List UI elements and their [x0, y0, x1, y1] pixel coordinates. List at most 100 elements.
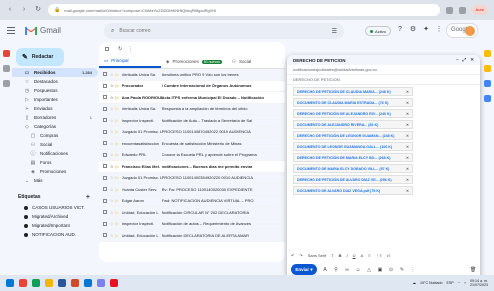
attachment-chip[interactable]: DOCUMENTO DE CLAUDIA MARIA ESTRADA... (7… — [293, 98, 413, 107]
meet-rail-icon[interactable] — [3, 80, 10, 87]
star-icon[interactable]: ☆ — [110, 129, 114, 134]
attachment-chip[interactable]: DOCUMENTO DE ALEJANDRO RIVERA... (81 K) ✕ — [293, 120, 413, 129]
label-item[interactable]: CASOS USUARIOS VICT. — [12, 203, 98, 212]
teams-icon[interactable] — [97, 279, 105, 287]
row-checkbox[interactable] — [103, 233, 107, 238]
font-selector[interactable]: Sans Serif — [308, 253, 326, 258]
important-marker-icon[interactable]: ▷ — [116, 118, 119, 123]
keep-icon[interactable] — [484, 65, 491, 72]
star-icon[interactable]: ☆ — [110, 72, 114, 77]
email-row[interactable]: ☆ ▷ Verticalis Unica Sa. Respuesta a la amp… — [99, 103, 285, 115]
row-checkbox[interactable] — [103, 141, 107, 146]
important-marker-icon[interactable]: ▷ — [116, 164, 119, 169]
wifi-icon[interactable]: ◔ — [458, 281, 460, 285]
important-marker-icon[interactable]: ▷ — [116, 152, 119, 157]
remove-attachment-icon[interactable]: ✕ — [406, 189, 409, 193]
important-marker-icon[interactable]: ▷ — [116, 198, 119, 203]
important-marker-icon[interactable]: ▷ — [116, 141, 119, 146]
row-checkbox[interactable] — [103, 118, 107, 123]
star-icon[interactable]: ☆ — [110, 233, 114, 238]
email-row[interactable]: ☆ ▷ Edwardo PRL Conoce la Escuela PRL y apr… — [99, 149, 285, 161]
font-size-icon[interactable]: T — [331, 253, 333, 258]
avatar[interactable] — [465, 26, 475, 36]
star-icon[interactable]: ☆ — [110, 210, 114, 215]
star-icon[interactable]: ☆ — [110, 83, 114, 88]
forward-icon[interactable]: › — [20, 6, 28, 14]
row-checkbox[interactable] — [103, 175, 107, 180]
compose-button[interactable]: ✎ Redactar — [16, 48, 64, 66]
attach-icon[interactable]: ⚲ — [333, 267, 339, 273]
expand-icon[interactable]: ⤢ — [463, 57, 467, 63]
sidebar-item-promotions[interactable]: ◈ Promociones — [12, 167, 98, 176]
star-icon[interactable]: ☆ — [110, 118, 114, 123]
trash-icon[interactable]: 🗑 — [470, 267, 476, 273]
important-marker-icon[interactable]: ▷ — [116, 95, 119, 100]
sidebar-item-updates[interactable]: ⓘ Notificaciones — [12, 149, 98, 158]
sidebar-item-drafts[interactable]: ▯ Borradores 1 — [12, 113, 98, 122]
tab-primary[interactable]: ▭ Principal — [99, 55, 161, 68]
row-checkbox[interactable] — [103, 210, 107, 215]
refresh-icon[interactable]: ↻ — [118, 46, 122, 52]
attachment-chip[interactable]: DERECHO DE PETICIÓN DE ALEJANDRO RIV... … — [293, 109, 413, 118]
label-item[interactable]: Migrated/Archived — [12, 212, 98, 221]
filter-icon[interactable]: ☰ — [332, 28, 337, 35]
remove-attachment-icon[interactable]: ✕ — [406, 156, 409, 160]
search-bar[interactable]: ⌕ ☰ — [104, 23, 344, 39]
tab-social[interactable]: ⚇ Social — [227, 55, 256, 68]
compose-header[interactable]: DERECHO DE PETICION – ⤢ ✕ — [287, 55, 480, 65]
more-icon[interactable]: ⋮ — [410, 267, 416, 273]
star-icon[interactable]: ☆ — [110, 187, 114, 192]
star-icon[interactable]: ☆ — [110, 221, 114, 226]
important-marker-icon[interactable]: ▷ — [116, 221, 119, 226]
photo-icon[interactable]: ▣ — [377, 267, 383, 273]
send-button[interactable]: Enviar ▾ — [291, 264, 317, 275]
sidebar-item-sent[interactable]: ➢ Enviados — [12, 104, 98, 113]
clock[interactable]: 09:14 a. m. 21/07/2023 — [470, 279, 488, 287]
sidebar-item-social[interactable]: ⚇ Social — [12, 140, 98, 149]
attachment-chip[interactable]: DERECHO DE PETICIÓN DE ALVARO DIAZ VE...… — [293, 175, 413, 184]
important-marker-icon[interactable]: ▷ — [116, 233, 119, 238]
folder-icon[interactable] — [45, 279, 53, 287]
row-checkbox[interactable] — [103, 187, 107, 192]
apps-icon[interactable]: ⋮ — [435, 26, 443, 34]
text-color-icon[interactable]: A — [361, 253, 364, 258]
star-icon[interactable]: ☆ — [110, 152, 114, 157]
more-options-icon[interactable]: ⋮ — [128, 46, 133, 52]
email-row[interactable]: ☆ ▷ Unidad, Educación L Notificación CIRCUL… — [99, 207, 285, 219]
star-icon[interactable]: ☆ — [110, 198, 114, 203]
email-row[interactable]: ☆ ▷ Yuanta Custer Serv. Rv: Fw: PROCESO 110… — [99, 184, 285, 196]
select-all-checkbox[interactable] — [105, 46, 109, 51]
powerpoint-icon[interactable] — [71, 279, 79, 287]
align-icon[interactable]: ≡ — [368, 253, 370, 258]
remove-attachment-icon[interactable]: ✕ — [406, 134, 409, 138]
star-icon[interactable]: ☆ — [110, 106, 114, 111]
row-checkbox[interactable] — [103, 129, 107, 134]
label-item[interactable]: Migrated/Important — [12, 221, 98, 230]
important-marker-icon[interactable]: ▷ — [116, 83, 119, 88]
to-field[interactable]: notificacionesjudiciales@unidadvictimas.… — [287, 65, 480, 75]
bold-icon[interactable]: B — [339, 253, 342, 258]
sidebar-item-purchases[interactable]: ▢ Compras — [12, 131, 98, 140]
email-row[interactable]: ☆ ▷ Juzgado 01 Promisc. L PROCESO 110014003… — [99, 172, 285, 184]
star-icon[interactable]: ☆ — [110, 175, 114, 180]
email-row[interactable]: ☆ ▷ Unidad, Educación L Notificación DECLAR… — [99, 230, 285, 242]
email-row[interactable]: ☆ ▷ Juzgado 01 Promisc. L PROCESO 110014087… — [99, 126, 285, 138]
star-icon[interactable]: ☆ — [110, 141, 114, 146]
remove-attachment-icon[interactable]: ✕ — [406, 178, 409, 182]
undo-icon[interactable]: ↶ — [291, 253, 294, 258]
help-icon[interactable]: ? — [396, 26, 404, 34]
important-marker-icon[interactable]: ▷ — [116, 175, 119, 180]
numbered-list-icon[interactable]: ⋮≡ — [376, 253, 382, 258]
drive-icon[interactable]: △ — [366, 267, 372, 273]
row-checkbox[interactable] — [103, 95, 107, 100]
important-marker-icon[interactable]: ▷ — [116, 129, 119, 134]
attachment-chip[interactable]: DOCUMENTO DE LEONOR GUAMANGA GALL... (10… — [293, 142, 413, 151]
chat-rail-icon[interactable] — [3, 65, 10, 72]
row-checkbox[interactable] — [103, 106, 107, 111]
subject-field[interactable]: DERECHO DE PETICION — [287, 75, 480, 85]
volume-icon[interactable]: ◖ — [464, 281, 466, 285]
bookmark-icon[interactable] — [458, 6, 466, 14]
extension-icon[interactable] — [445, 6, 453, 14]
main-menu-icon[interactable] — [7, 27, 15, 35]
gemini-icon[interactable]: ✦ — [422, 26, 430, 34]
